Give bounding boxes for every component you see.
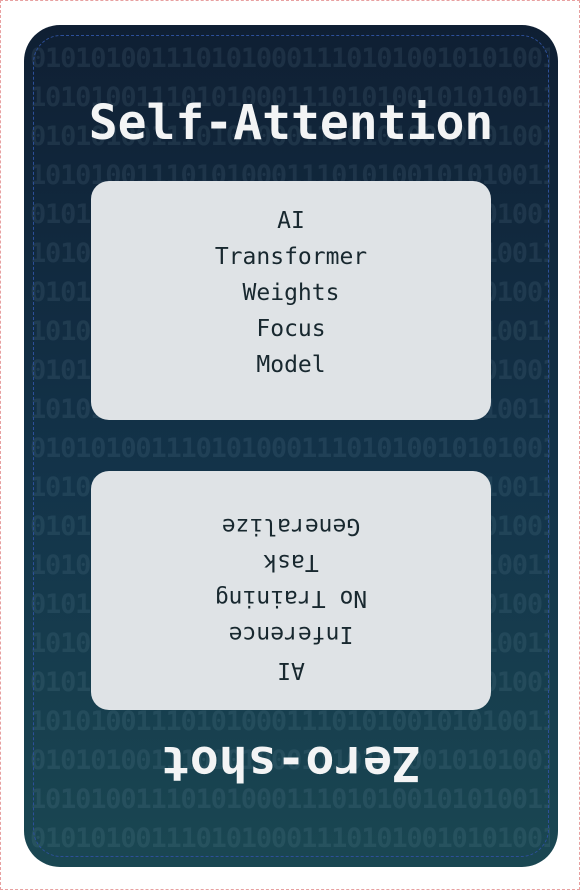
binary-row: 01010100111010100011101010010101001 xyxy=(30,823,550,854)
bottom-word-1: AI xyxy=(277,657,305,683)
top-word-panel: AI Transformer Weights Focus Model xyxy=(91,181,491,420)
top-word-3: Weights xyxy=(242,280,340,306)
bottom-word-5: Generalize xyxy=(221,513,361,539)
binary-row: 01010100111010100011101010010101001 xyxy=(30,433,550,464)
top-word-1: AI xyxy=(277,208,305,234)
top-word-2: Transformer xyxy=(214,244,368,270)
card-title-bottom: Zero-shot xyxy=(160,735,422,791)
card-title-top: Self-Attention xyxy=(88,95,494,151)
page: 01010100111010100011101010010101001 10101… xyxy=(0,0,580,890)
bottom-word-panel: AI Inference No Training Task Generalize xyxy=(91,471,491,710)
bottom-word-3: No Training xyxy=(214,585,368,611)
top-word-5: Model xyxy=(256,352,326,378)
top-word-4: Focus xyxy=(256,316,326,342)
game-card[interactable]: 01010100111010100011101010010101001 10101… xyxy=(24,25,558,867)
binary-row: 01010100111010100011101010010101001 xyxy=(30,43,550,74)
bottom-word-2: Inference xyxy=(228,621,354,647)
bottom-word-4: Task xyxy=(263,549,319,575)
